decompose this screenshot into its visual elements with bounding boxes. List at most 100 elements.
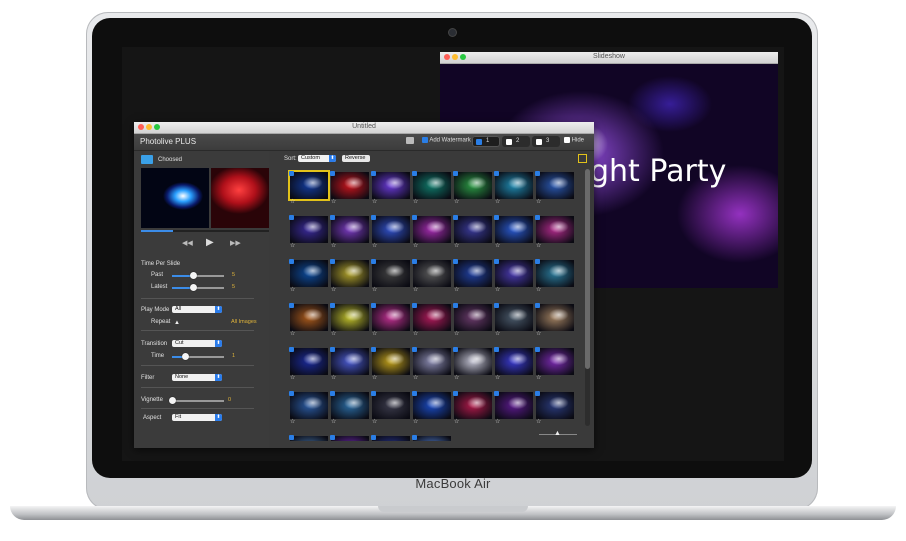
- thumbnail[interactable]: ☆: [535, 303, 574, 337]
- thumbnail[interactable]: ☆: [289, 303, 328, 337]
- thumbnail[interactable]: ☆: [371, 171, 410, 205]
- checkbox-icon[interactable]: [371, 171, 376, 176]
- star-icon[interactable]: ☆: [454, 419, 459, 426]
- star-icon[interactable]: ☆: [331, 199, 336, 206]
- thumbnail[interactable]: ☆: [453, 347, 492, 381]
- folder-icon[interactable]: [141, 155, 153, 164]
- thumbnail[interactable]: ☆: [494, 171, 533, 205]
- star-icon[interactable]: ☆: [413, 287, 418, 294]
- thumbnail[interactable]: ☆: [412, 215, 451, 249]
- checkbox-icon[interactable]: [536, 139, 542, 145]
- checkbox-icon[interactable]: [535, 391, 540, 396]
- transition-select[interactable]: Cut ⬍: [172, 340, 222, 347]
- thumbnail[interactable]: ☆: [289, 391, 328, 425]
- thumbnail[interactable]: ☆: [494, 215, 533, 249]
- star-icon[interactable]: ☆: [454, 243, 459, 250]
- star-icon[interactable]: ☆: [331, 375, 336, 382]
- vignette-slider[interactable]: [169, 397, 224, 404]
- thumbnail[interactable]: ☆: [330, 347, 369, 381]
- checkbox-icon[interactable]: [453, 215, 458, 220]
- thumbnail[interactable]: ☆: [494, 391, 533, 425]
- checkbox-icon[interactable]: [564, 137, 570, 143]
- tab-2[interactable]: 2: [502, 136, 530, 147]
- checkbox-icon[interactable]: [330, 435, 335, 440]
- checkbox-icon[interactable]: [371, 347, 376, 352]
- checkbox-icon[interactable]: [535, 259, 540, 264]
- repeat-icon[interactable]: ▲: [174, 320, 180, 326]
- star-icon[interactable]: ☆: [290, 419, 295, 426]
- thumbnail-size-knob[interactable]: ▲: [554, 430, 561, 437]
- star-icon[interactable]: ☆: [413, 331, 418, 338]
- checkbox-icon[interactable]: [453, 391, 458, 396]
- checkbox-icon[interactable]: [371, 391, 376, 396]
- checkbox-icon[interactable]: [494, 391, 499, 396]
- aspect-select[interactable]: Fit ⬍: [172, 414, 222, 421]
- star-icon[interactable]: ☆: [413, 375, 418, 382]
- checkbox-icon[interactable]: [289, 435, 294, 440]
- checkbox-icon[interactable]: [289, 171, 294, 176]
- checkbox-icon[interactable]: [494, 347, 499, 352]
- checkbox-icon[interactable]: [494, 303, 499, 308]
- play-mode-select[interactable]: All ⬍: [172, 306, 222, 313]
- checkbox-icon[interactable]: [412, 435, 417, 440]
- checkbox-icon[interactable]: [412, 347, 417, 352]
- thumbnail[interactable]: ☆: [371, 303, 410, 337]
- sort-select[interactable]: Custom ⬍: [298, 155, 336, 162]
- checkbox-icon[interactable]: [453, 303, 458, 308]
- checkbox-icon[interactable]: [289, 259, 294, 264]
- star-icon[interactable]: ☆: [495, 287, 500, 294]
- star-icon[interactable]: ☆: [536, 331, 541, 338]
- star-icon[interactable]: ☆: [372, 243, 377, 250]
- thumbnail[interactable]: ☆: [412, 259, 451, 293]
- thumbnail[interactable]: ☆: [494, 303, 533, 337]
- checkbox-icon[interactable]: [330, 303, 335, 308]
- reverse-button[interactable]: Reverse: [342, 155, 370, 162]
- star-icon[interactable]: ☆: [536, 419, 541, 426]
- checkbox-icon[interactable]: [453, 347, 458, 352]
- star-icon[interactable]: ☆: [413, 243, 418, 250]
- thumbnail[interactable]: ☆: [289, 347, 328, 381]
- star-icon[interactable]: ☆: [495, 331, 500, 338]
- thumbnail[interactable]: ☆: [453, 303, 492, 337]
- past-slider[interactable]: [172, 272, 224, 279]
- star-icon[interactable]: ☆: [536, 199, 541, 206]
- scrollbar-thumb[interactable]: [585, 169, 590, 369]
- star-icon[interactable]: ☆: [372, 331, 377, 338]
- checkbox-icon[interactable]: [289, 303, 294, 308]
- checkbox-icon[interactable]: [494, 259, 499, 264]
- star-icon[interactable]: ☆: [413, 419, 418, 426]
- star-icon[interactable]: ☆: [331, 419, 336, 426]
- star-icon[interactable]: ☆: [331, 287, 336, 294]
- tab-1[interactable]: 1: [472, 136, 500, 147]
- hide-toggle[interactable]: Hide: [564, 137, 584, 144]
- star-icon[interactable]: ☆: [290, 199, 295, 206]
- checkbox-icon[interactable]: [371, 435, 376, 440]
- time-slider[interactable]: [172, 353, 224, 360]
- latest-slider[interactable]: [172, 284, 224, 291]
- star-icon[interactable]: ☆: [331, 331, 336, 338]
- checkbox-icon[interactable]: [535, 171, 540, 176]
- display-icon[interactable]: [406, 137, 414, 144]
- checkbox-icon[interactable]: [412, 259, 417, 264]
- star-icon[interactable]: ☆: [536, 375, 541, 382]
- star-icon[interactable]: ☆: [536, 243, 541, 250]
- star-icon[interactable]: ☆: [290, 243, 295, 250]
- star-icon[interactable]: ☆: [290, 331, 295, 338]
- thumbnail[interactable]: ☆: [535, 171, 574, 205]
- vignette-slider-knob[interactable]: [169, 397, 176, 404]
- main-titlebar[interactable]: Untitled: [134, 122, 594, 134]
- fast-forward-icon[interactable]: ▶▶: [230, 239, 241, 247]
- star-icon[interactable]: ☆: [495, 375, 500, 382]
- checkbox-icon[interactable]: [453, 259, 458, 264]
- tab-3[interactable]: 3: [532, 136, 560, 147]
- thumbnail[interactable]: ☆: [412, 435, 451, 441]
- checkbox-icon[interactable]: [289, 347, 294, 352]
- thumbnail[interactable]: ☆: [371, 347, 410, 381]
- star-icon[interactable]: ☆: [495, 243, 500, 250]
- checkbox-icon[interactable]: [330, 259, 335, 264]
- star-icon[interactable]: ☆: [495, 419, 500, 426]
- thumbnail[interactable]: ☆: [535, 391, 574, 425]
- star-icon[interactable]: ☆: [372, 199, 377, 206]
- checkbox-icon[interactable]: [330, 391, 335, 396]
- thumbnail[interactable]: ☆: [535, 259, 574, 293]
